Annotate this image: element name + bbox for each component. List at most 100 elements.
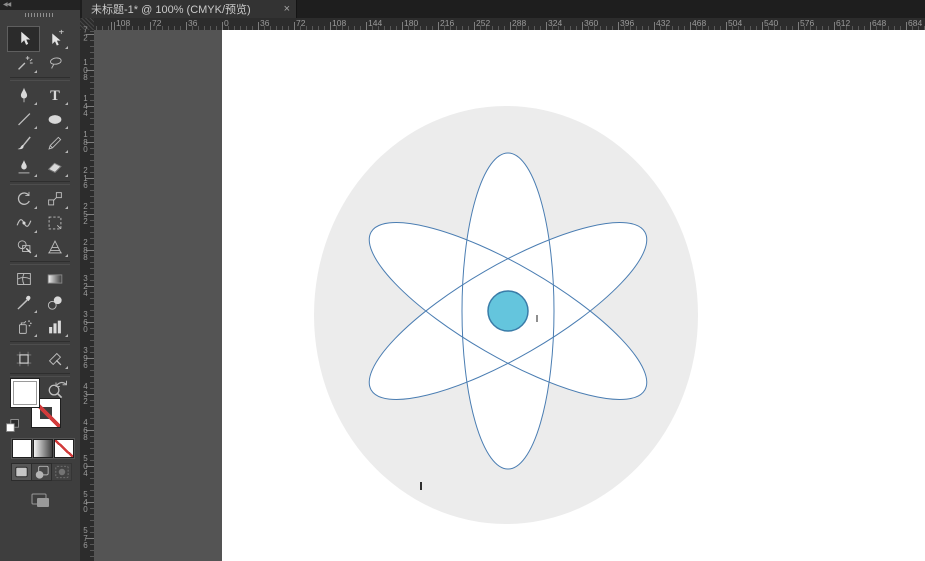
symbol-sprayer-tool-icon xyxy=(18,319,32,334)
width-tool-icon xyxy=(16,219,31,227)
vruler-tick-label: 108 xyxy=(83,57,88,82)
rotate-tool-icon xyxy=(17,191,30,205)
vertical-ruler[interactable]: 72 108 144 180 216 252 288 324 360 396 432 468 504 54… xyxy=(80,25,95,561)
pasteboard[interactable] xyxy=(94,30,925,561)
draw-normal-icon xyxy=(15,466,28,478)
tool-row xyxy=(8,347,72,371)
selection-tool-icon xyxy=(20,31,30,45)
draw-behind-icon xyxy=(35,465,49,480)
change-screen-mode-button[interactable] xyxy=(24,487,56,513)
vruler-tick-label: 360 xyxy=(83,309,88,334)
hruler-tick-label: 576 xyxy=(800,18,815,28)
text-cursor-mark xyxy=(420,482,422,490)
document-tab[interactable]: 未标题-1* @ 100% (CMYK/预览) × xyxy=(82,0,297,18)
magic-wand-tool-icon xyxy=(17,55,33,71)
pen-tool-icon xyxy=(19,87,28,103)
tool-row xyxy=(8,187,72,211)
slice-tool[interactable] xyxy=(39,347,70,371)
panel-drag-grip-icon[interactable] xyxy=(25,13,55,17)
direct-selection-tool-icon xyxy=(51,29,64,47)
tool-row xyxy=(8,315,72,339)
tool-group-divider xyxy=(10,181,70,185)
pencil-tool[interactable] xyxy=(39,131,70,155)
scale-tool-icon xyxy=(47,192,62,206)
selection-tool[interactable] xyxy=(7,26,40,52)
paintbrush-tool[interactable] xyxy=(8,131,39,155)
scale-tool[interactable] xyxy=(39,187,70,211)
rotate-tool[interactable] xyxy=(8,187,39,211)
vruler-tick-label: 540 xyxy=(83,489,88,514)
direct-selection-tool[interactable] xyxy=(39,27,70,51)
gradient-button[interactable] xyxy=(33,439,53,458)
vruler-tick-label: 396 xyxy=(83,345,88,370)
hruler-tick-label: 252 xyxy=(476,18,491,28)
vruler-tick-label: 72 xyxy=(83,25,88,42)
gradient-tool[interactable] xyxy=(39,267,70,291)
color-button[interactable] xyxy=(12,439,32,458)
panel-collapse-bar[interactable]: ◀◀ xyxy=(0,0,80,10)
none-button[interactable] xyxy=(54,439,74,458)
vruler-tick-label: 576 xyxy=(83,525,88,550)
tool-row xyxy=(8,107,72,131)
type-tool[interactable] xyxy=(39,83,70,107)
default-fill-stroke-icon[interactable] xyxy=(4,417,21,434)
hruler-tick-label: 0 xyxy=(224,18,229,28)
vruler-tick-label: 504 xyxy=(83,453,88,478)
perspective-grid-tool-icon xyxy=(47,240,62,254)
eraser-tool[interactable] xyxy=(39,155,70,179)
shape-builder-tool[interactable] xyxy=(8,235,39,259)
eyedropper-tool-icon xyxy=(16,295,31,310)
hruler-tick-label: 648 xyxy=(872,18,887,28)
tools-panel: ◀◀ xyxy=(0,0,81,561)
collapse-panel-icon[interactable]: ◀◀ xyxy=(3,2,11,8)
ellipse-tool[interactable] xyxy=(39,107,70,131)
slice-tool-icon xyxy=(48,352,62,366)
blend-tool[interactable] xyxy=(39,291,70,315)
mesh-tool[interactable] xyxy=(8,267,39,291)
artwork-canvas[interactable] xyxy=(222,30,925,561)
hruler-tick-label: 396 xyxy=(620,18,635,28)
vruler-tick-label: 252 xyxy=(83,201,88,226)
fill-swatch[interactable] xyxy=(10,378,40,408)
blob-brush-tool[interactable] xyxy=(8,155,39,179)
document-title: 未标题-1* @ 100% (CMYK/预览) xyxy=(91,4,251,16)
lasso-tool-icon xyxy=(49,57,62,69)
free-transform-tool[interactable] xyxy=(39,211,70,235)
hruler-tick-label: 504 xyxy=(728,18,743,28)
free-transform-tool-icon xyxy=(48,216,61,230)
type-tool-icon xyxy=(49,88,60,104)
vruler-tick-label: 144 xyxy=(83,93,88,118)
tool-row xyxy=(7,26,72,52)
pen-tool[interactable] xyxy=(8,83,39,107)
eyedropper-tool[interactable] xyxy=(8,291,39,315)
draw-behind-button[interactable] xyxy=(31,463,52,481)
draw-normal-button[interactable] xyxy=(11,463,32,481)
symbol-sprayer-tool[interactable] xyxy=(8,315,39,339)
tool-row xyxy=(8,291,72,315)
line-segment-tool[interactable] xyxy=(8,107,39,131)
draw-inside-button[interactable] xyxy=(51,463,72,481)
swap-fill-stroke-icon[interactable] xyxy=(53,377,69,391)
close-tab-icon[interactable]: × xyxy=(284,1,290,17)
width-tool[interactable] xyxy=(8,211,39,235)
artboard-tool[interactable] xyxy=(8,347,39,371)
hruler-tick-label: 36 xyxy=(188,18,198,28)
vruler-tick-label: 216 xyxy=(83,165,88,190)
tool-group-divider xyxy=(10,261,70,265)
tool-row xyxy=(8,51,72,75)
hruler-tick-label: 108 xyxy=(116,18,131,28)
lasso-tool[interactable] xyxy=(39,51,70,75)
gradient-tool-icon xyxy=(47,274,62,284)
hruler-tick-label: 72 xyxy=(152,18,162,28)
magic-wand-tool[interactable] xyxy=(8,51,39,75)
artboard[interactable] xyxy=(222,30,925,561)
column-graph-tool[interactable] xyxy=(39,315,70,339)
vruler-tick-label: 324 xyxy=(83,273,88,298)
hruler-tick-label: 540 xyxy=(764,18,779,28)
hruler-tick-label: 684 xyxy=(908,18,923,28)
color-controls xyxy=(0,374,80,561)
nucleus-circle[interactable] xyxy=(487,290,529,332)
vruler-tick-label: 468 xyxy=(83,417,88,442)
perspective-grid-tool[interactable] xyxy=(39,235,70,259)
hruler-tick-label: 36 xyxy=(260,18,270,28)
